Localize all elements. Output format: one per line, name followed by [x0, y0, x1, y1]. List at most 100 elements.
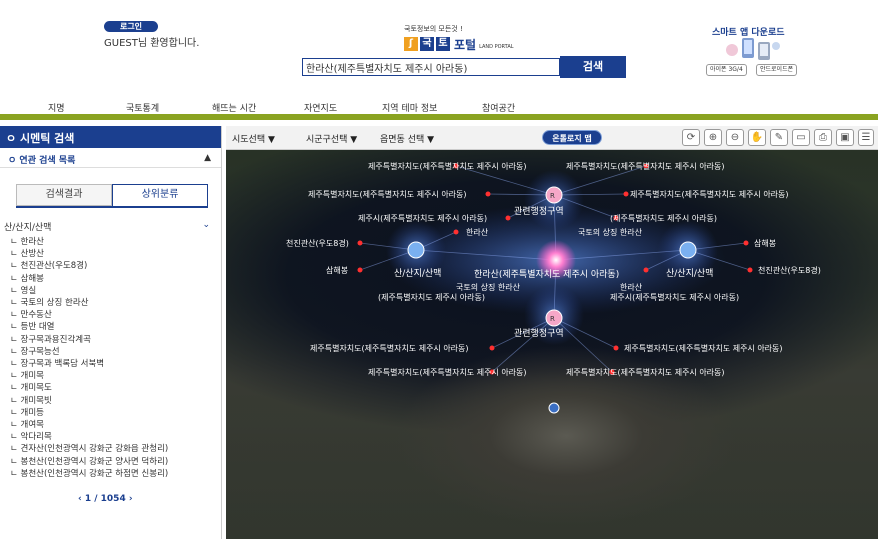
- node-label: 천진관산(우도8경): [758, 265, 821, 275]
- category-list: ㄴ 한라산 ㄴ 산방산 ㄴ 천진관산(우도8경) ㄴ 삼해봉 ㄴ 영실 ㄴ 국토…: [10, 236, 220, 480]
- result-tabs: 검색결과 상위분류: [16, 184, 208, 206]
- logo-char: 국: [420, 37, 434, 51]
- list-item[interactable]: ㄴ 국토의 상징 한라산: [10, 297, 220, 309]
- semantic-search-sidebar: ㅇ 시멘틱 검색 ㅇ 연관 검색 목록 ▲ 검색결과 상위분류 산/산지/산맥 …: [0, 126, 222, 539]
- site-logo[interactable]: ʃ 국 토 포털 LAND PORTAL: [404, 34, 514, 54]
- list-item[interactable]: ㄴ 장구목능선: [10, 346, 220, 358]
- list-item[interactable]: ㄴ 장구목과용진각계곡: [10, 334, 220, 346]
- list-item[interactable]: ㄴ 영실: [10, 285, 220, 297]
- node-label: 국토의 상징 한라산: [456, 282, 521, 292]
- nav-item-nature-map[interactable]: 자연지도: [304, 101, 337, 114]
- list-item[interactable]: ㄴ 산방산: [10, 248, 220, 260]
- node-label: 국토의 상징 한라산: [578, 227, 643, 237]
- hub-label: 관련행정구역: [514, 327, 564, 339]
- list-item[interactable]: ㄴ 개여목: [10, 419, 220, 431]
- eupmyeon-select[interactable]: 읍면동 선택 ▼: [380, 132, 434, 145]
- svg-text:R: R: [550, 192, 555, 200]
- android-app-button[interactable]: 안드로이드폰: [756, 64, 798, 76]
- nav-item-sunrise[interactable]: 해뜨는 시간: [212, 101, 256, 114]
- sigungu-select[interactable]: 시군구선택 ▼: [306, 132, 357, 145]
- menu-icon[interactable]: ☰: [858, 129, 874, 146]
- list-item[interactable]: ㄴ 만수동산: [10, 309, 220, 321]
- node-label: 제주특별자치도(제주특별자치도 제주시 아라동): [310, 343, 469, 353]
- draw-icon[interactable]: ✎: [770, 129, 788, 146]
- node-label: 삼해봉: [326, 265, 348, 275]
- site-header: 로그인 GUEST님 환영합니다. 국토정보의 모든것 ! ʃ 국 토 포털 L…: [0, 0, 878, 88]
- related-list-header[interactable]: ㅇ 연관 검색 목록 ▲: [0, 148, 221, 168]
- node-label: 제주특별자치도(제주특별자치도 제주시 아라동): [308, 189, 467, 199]
- login-button[interactable]: 로그인: [104, 21, 158, 32]
- nav-item-participation[interactable]: 참여공간: [482, 101, 515, 114]
- list-item[interactable]: ㄴ 악다리목: [10, 431, 220, 443]
- list-item[interactable]: ㄴ 삼해봉: [10, 273, 220, 285]
- list-item[interactable]: ㄴ 개미목: [10, 370, 220, 382]
- tab-search-results[interactable]: 검색결과: [16, 184, 112, 206]
- refresh-icon[interactable]: ⟳: [682, 129, 700, 146]
- list-item[interactable]: ㄴ 한라산: [10, 236, 220, 248]
- category-title: 산/산지/산맥: [4, 223, 52, 233]
- pagination[interactable]: ‹ 1 / 1054 ›: [78, 494, 133, 504]
- node-label: 제주시(제주특별자치도 제주시 아라동): [610, 292, 739, 302]
- hub-label: 산/산지/산맥: [666, 268, 713, 279]
- map-toolbar: 시도선택 ▼ 시군구선택 ▼ 읍면동 선택 ▼ 온톨로지 맵 ⟳ ⊕ ⊖ ✋ ✎…: [226, 126, 878, 150]
- print-icon[interactable]: ⎙: [814, 129, 832, 146]
- info-icon[interactable]: [548, 402, 560, 414]
- node-label: 제주특별자치도(제주특별자치도 제주시 아라동): [566, 367, 725, 377]
- save-icon[interactable]: ▣: [836, 129, 854, 146]
- zoom-in-icon[interactable]: ⊕: [704, 129, 722, 146]
- node-label: 제주시(제주특별자치도 제주시 아라동): [358, 213, 487, 223]
- slogan: 국토정보의 모든것 !: [404, 25, 463, 33]
- category-header[interactable]: 산/산지/산맥 ⌄: [4, 220, 210, 233]
- tab-parent-category[interactable]: 상위분류: [112, 184, 208, 206]
- list-item[interactable]: ㄴ 개미목도: [10, 382, 220, 394]
- hub-label: 산/산지/산맥: [394, 268, 441, 279]
- area-icon[interactable]: ▭: [792, 129, 810, 146]
- list-item[interactable]: ㄴ 장구목과 백록담 서북벽: [10, 358, 220, 370]
- nav-item-statistics[interactable]: 국토통계: [126, 101, 159, 114]
- node-label: 제주특별자치도(제주특별자치도 제주시 아라동): [566, 161, 725, 171]
- nav-item-place-name[interactable]: 지명: [48, 101, 65, 114]
- list-item[interactable]: ㄴ 개미등: [10, 407, 220, 419]
- node-label: 삼해봉: [754, 238, 776, 248]
- node-label: 천진관산(우도8경): [286, 238, 349, 248]
- sidebar-title: ㅇ 시멘틱 검색: [0, 126, 221, 148]
- list-item[interactable]: ㄴ 등반 대열: [10, 321, 220, 333]
- node-label: 한라산: [466, 227, 489, 237]
- list-item[interactable]: ㄴ 봉천산(인천광역시 강화군 양사면 덕하리): [10, 456, 220, 468]
- search-button[interactable]: 검색: [560, 56, 626, 78]
- list-item[interactable]: ㄴ 천진관산(우도8경): [10, 260, 220, 272]
- ontology-map-view[interactable]: 한라산(제주특별자치도 제주시 아라동) R 관련행정구역 산/산지/산맥 산/…: [226, 126, 878, 539]
- node-label: 한라산: [620, 282, 643, 292]
- center-node-label: 한라산(제주특별자치도 제주시 아라동): [474, 268, 619, 280]
- node-label: 제주특별자치도(제주특별자치도 제주시 아라동): [368, 161, 527, 171]
- greeting-text: GUEST님 환영합니다.: [104, 38, 200, 49]
- ios-app-button[interactable]: 아이폰 3G/4: [706, 64, 747, 76]
- ontology-graph[interactable]: 한라산(제주특별자치도 제주시 아라동) R 관련행정구역 산/산지/산맥 산/…: [226, 150, 878, 539]
- search-input[interactable]: [302, 58, 560, 76]
- nav-item-theme-info[interactable]: 지역 테마 정보: [382, 101, 437, 114]
- list-item[interactable]: ㄴ 개미목빗: [10, 395, 220, 407]
- svg-text:R: R: [550, 315, 555, 323]
- node-label: 제주특별자치도(제주특별자치도 제주시 아라동): [368, 367, 527, 377]
- node-label: 제주특별자치도(제주특별자치도 제주시 아라동): [624, 343, 783, 353]
- phone-illustration-icon: [726, 38, 780, 60]
- list-item[interactable]: ㄴ 봉천산(인천광역시 강화군 하점면 신봉리): [10, 468, 220, 480]
- logo-text: 포털: [454, 37, 477, 52]
- tab-underline: [16, 206, 208, 208]
- pan-hand-icon[interactable]: ✋: [748, 129, 766, 146]
- ontology-map-button[interactable]: 온톨로지 맵: [542, 130, 602, 145]
- zoom-out-icon[interactable]: ⊖: [726, 129, 744, 146]
- hub-label: 관련행정구역: [514, 205, 564, 217]
- list-item[interactable]: ㄴ 견자산(인천광역시 강화군 강화읍 관청리): [10, 443, 220, 455]
- logo-mark-icon: ʃ: [404, 37, 418, 51]
- related-list-title: ㅇ 연관 검색 목록: [8, 156, 76, 166]
- node-label: 제주특별자치도(제주특별자치도 제주시 아라동): [630, 189, 789, 199]
- main-nav: 지명 국토통계 해뜨는 시간 자연지도 지역 테마 정보 참여공간: [0, 94, 878, 120]
- chevron-down-icon[interactable]: ⌄: [202, 220, 210, 230]
- logo-char: 토: [436, 37, 450, 51]
- collapse-icon[interactable]: ▲: [204, 153, 211, 163]
- node-label: (제주특별자치도 제주시 아라동): [378, 292, 485, 302]
- sido-select[interactable]: 시도선택 ▼: [232, 132, 275, 145]
- node-label: (제주특별자치도 제주시 아라동): [610, 213, 717, 223]
- logo-subtext: LAND PORTAL: [479, 44, 514, 50]
